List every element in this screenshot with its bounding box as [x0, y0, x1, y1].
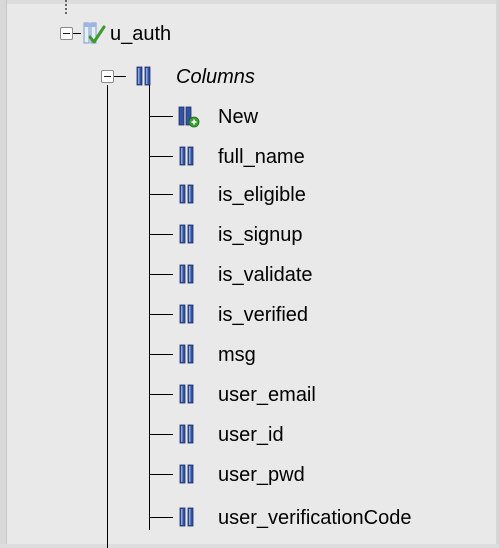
column-icon	[179, 344, 194, 364]
column-icon	[179, 224, 194, 244]
column-row-is-signup[interactable]: is_signup	[0, 221, 499, 247]
column-label[interactable]: is_verified	[218, 302, 308, 328]
column-icon	[179, 464, 194, 484]
column-row-user-email[interactable]: user_email	[0, 381, 499, 407]
tree-branch	[149, 194, 173, 195]
column-label[interactable]: msg	[218, 342, 256, 368]
tree-branch	[149, 394, 173, 395]
columns-group-label[interactable]: Columns	[176, 64, 255, 90]
add-column-icon	[178, 106, 200, 128]
column-row-full-name[interactable]: full_name	[0, 143, 499, 169]
column-row-is-verified[interactable]: is_verified	[0, 301, 499, 327]
tree-branch	[149, 354, 173, 355]
tree-connector-top	[65, 0, 69, 14]
column-icon	[179, 304, 194, 324]
table-row-u-auth[interactable]: u_auth	[0, 20, 499, 46]
columns-group-row[interactable]: Columns	[0, 63, 499, 89]
column-label[interactable]: full_name	[218, 144, 305, 170]
tree-branch	[149, 274, 173, 275]
column-icon	[179, 264, 194, 284]
column-label[interactable]: is_validate	[218, 262, 313, 288]
columns-icon	[136, 66, 151, 86]
column-icon	[179, 507, 194, 527]
column-label[interactable]: is_signup	[218, 222, 303, 248]
column-row-is-eligible[interactable]: is_eligible	[0, 181, 499, 207]
column-icon	[179, 424, 194, 444]
column-label[interactable]: user_id	[218, 422, 284, 448]
table-structure-icon	[83, 22, 106, 44]
collapse-table-icon[interactable]	[60, 27, 73, 40]
tree-branch	[149, 314, 173, 315]
new-column-label[interactable]: New	[218, 104, 258, 130]
column-row-msg[interactable]: msg	[0, 341, 499, 367]
tree-branch	[149, 474, 173, 475]
tree-branch	[149, 116, 173, 117]
collapse-columns-icon[interactable]	[101, 70, 114, 83]
column-icon	[179, 184, 194, 204]
new-column-row[interactable]: New	[0, 103, 499, 129]
tree-branch	[73, 33, 81, 34]
column-row-user-pwd[interactable]: user_pwd	[0, 461, 499, 487]
table-name-label[interactable]: u_auth	[110, 21, 171, 47]
tree-branch	[114, 76, 126, 77]
tree-branch	[149, 434, 173, 435]
column-label[interactable]: user_email	[218, 382, 316, 408]
column-icon	[179, 146, 194, 166]
column-row-user-verificationcode[interactable]: user_verificationCode	[0, 504, 499, 530]
navigation-tree: u_auth Columns New full_name is_eligible…	[0, 0, 499, 548]
column-label[interactable]: user_verificationCode	[218, 505, 411, 531]
column-label[interactable]: user_pwd	[218, 462, 305, 488]
tree-branch	[149, 234, 173, 235]
column-icon	[179, 384, 194, 404]
tree-branch	[149, 156, 173, 157]
tree-branch	[149, 517, 173, 518]
column-row-is-validate[interactable]: is_validate	[0, 261, 499, 287]
column-row-user-id[interactable]: user_id	[0, 421, 499, 447]
column-label[interactable]: is_eligible	[218, 182, 306, 208]
